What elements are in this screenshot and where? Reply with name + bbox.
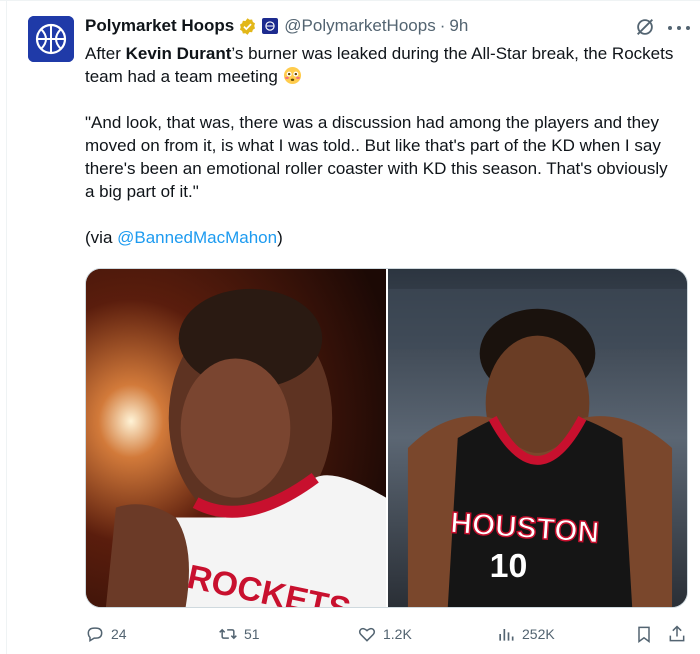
like-icon — [358, 627, 376, 642]
tweet-attribution: (via @BannedMacMahon) — [85, 228, 283, 247]
avatar[interactable] — [28, 16, 74, 62]
timestamp[interactable]: 9h — [449, 16, 468, 36]
like-count: 1.2K — [383, 626, 412, 642]
reply-icon — [87, 627, 103, 642]
reply-button[interactable]: 24 — [85, 622, 127, 646]
bookmark-icon — [638, 626, 650, 643]
flushed-face-emoji — [283, 66, 302, 85]
grok-icon[interactable] — [634, 16, 656, 38]
divider — [6, 0, 7, 654]
photo-left[interactable]: ROCKETS — [86, 269, 386, 607]
like-button[interactable]: 1.2K — [357, 622, 412, 646]
tweet[interactable]: Polymarket Hoops @PolymarketHoops · 9h A… — [0, 0, 700, 654]
divider — [0, 0, 700, 1]
bookmark-button[interactable] — [634, 622, 660, 646]
share-icon — [669, 625, 685, 642]
jersey-number: 10 — [490, 547, 528, 585]
share-button[interactable] — [667, 622, 693, 646]
separator: · — [439, 16, 446, 35]
views-button[interactable]: 252K — [496, 622, 555, 646]
tweet-header: Polymarket Hoops @PolymarketHoops · 9h — [85, 15, 468, 37]
via-link[interactable]: @BannedMacMahon — [117, 228, 277, 247]
tweet-paragraph: After Kevin Durant’s burner was leaked d… — [85, 44, 674, 86]
views-icon — [499, 629, 514, 641]
repost-button[interactable]: 51 — [218, 622, 260, 646]
more-icon[interactable] — [668, 17, 690, 39]
photo-right[interactable]: HOUSTON 10 — [388, 269, 687, 607]
author-name[interactable]: Polymarket Hoops — [85, 16, 234, 36]
mention-bold: Kevin Durant — [125, 44, 232, 63]
repost-icon — [219, 628, 237, 640]
reply-count: 24 — [111, 626, 127, 642]
media-grid[interactable]: ROCKETS HOUSTON 10 — [85, 268, 688, 608]
tweet-text: After Kevin Durant’s burner was leaked d… — [85, 42, 675, 249]
views-count: 252K — [522, 626, 555, 642]
affiliate-badge-icon[interactable] — [262, 18, 279, 34]
tweet-quote: "And look, that was, there was a discuss… — [85, 113, 668, 201]
action-bar: 24 51 1.2K 252K — [85, 622, 690, 646]
author-handle[interactable]: @PolymarketHoops — [284, 16, 435, 36]
repost-count: 51 — [244, 626, 260, 642]
verified-badge-icon — [238, 17, 257, 36]
